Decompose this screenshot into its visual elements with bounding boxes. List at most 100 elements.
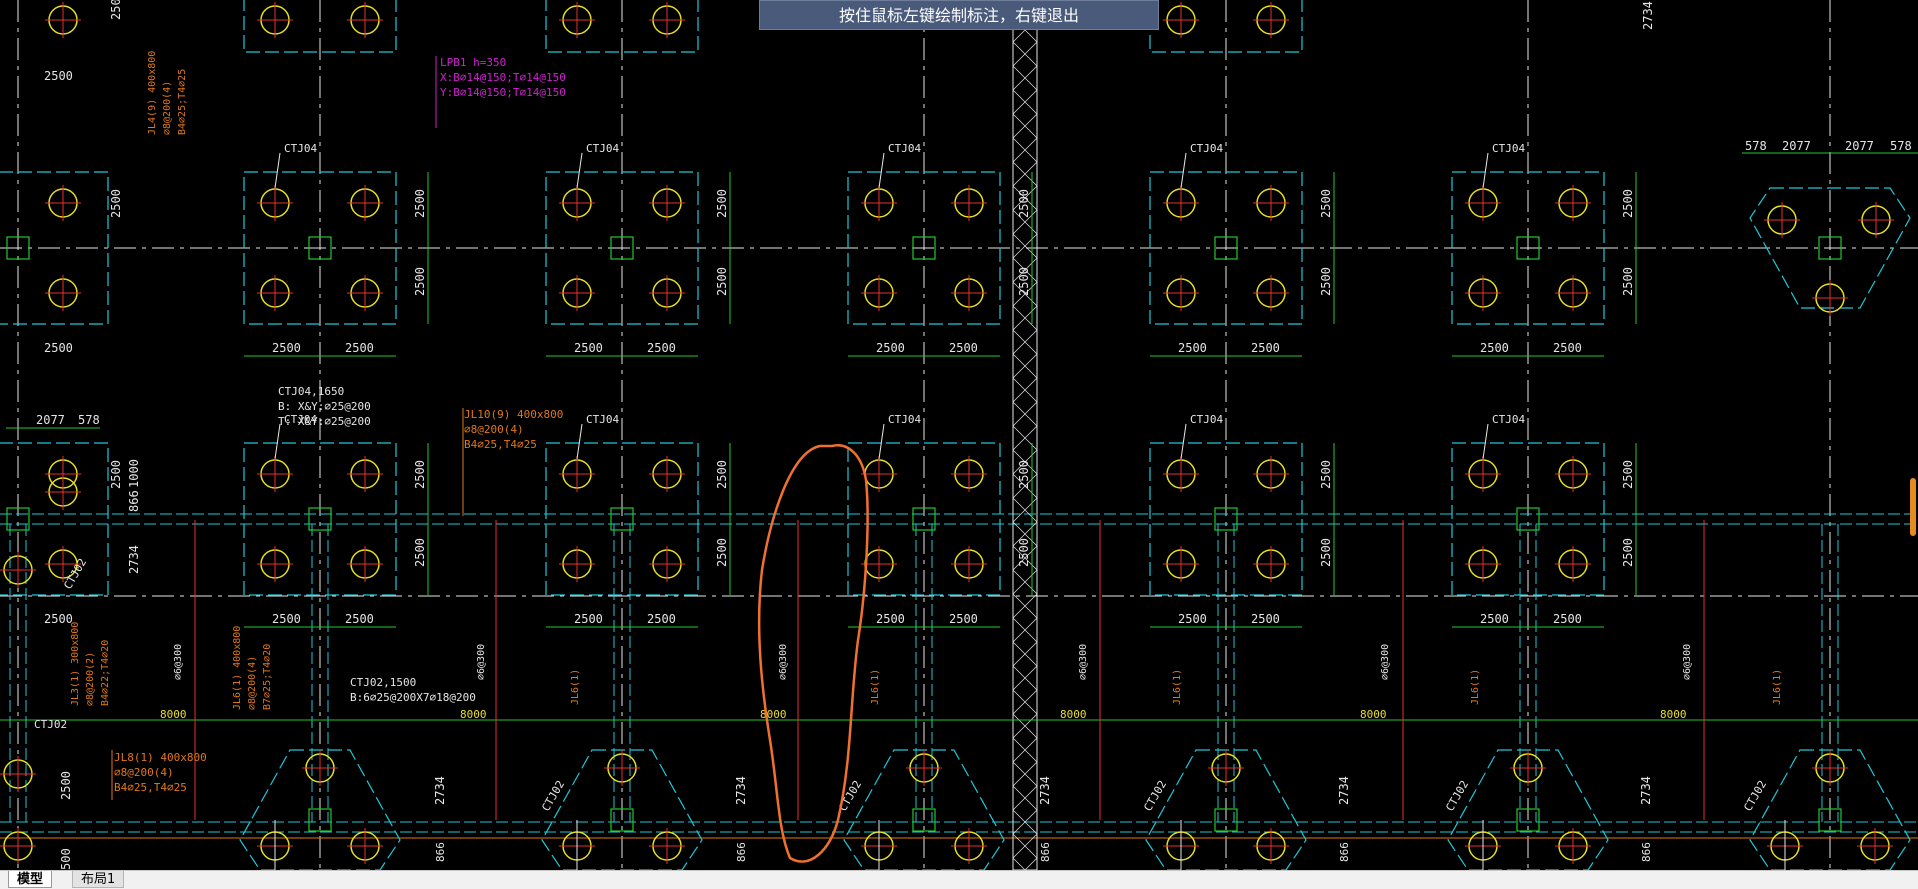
drawing-svg[interactable]: 2500 2500 2500 2500 CTJ04 2500 2500 2500 2500 CTJ… bbox=[0, 0, 1918, 870]
dimension-text: 2500 bbox=[647, 341, 676, 355]
pile-cap-tag: CTJ02,1500 bbox=[350, 676, 416, 689]
pile-cap-tag: CTJ02 bbox=[1141, 778, 1169, 813]
dimension-text: 2500 bbox=[1553, 341, 1582, 355]
rebar-annotation: ⌀6@300 bbox=[1682, 644, 1693, 680]
slab-tag: LPB1 h=350 bbox=[440, 56, 506, 69]
dimension-text: 866 bbox=[1039, 842, 1052, 862]
dimension-text: 2500 bbox=[345, 612, 374, 626]
hatch-line bbox=[1012, 857, 1026, 870]
dimension-text: 2734 bbox=[1337, 776, 1351, 805]
pile-cap-tag: T: X&Y:⌀25@200 bbox=[278, 415, 371, 428]
dimension-text: 2500 bbox=[109, 189, 123, 218]
dimension-text: 2500 bbox=[1319, 189, 1333, 218]
beam-tag: JL6(1) bbox=[570, 669, 581, 705]
dimension-text: 1000 bbox=[127, 459, 141, 488]
leader-line bbox=[1180, 152, 1187, 189]
pile-cap-tag: CTJ02 bbox=[61, 556, 89, 591]
dimension-text: 2734 bbox=[1038, 776, 1052, 805]
pile-cap-tag: B: X&Y:⌀25@200 bbox=[278, 400, 371, 413]
dimension-text: 2500 bbox=[715, 538, 729, 567]
dimension-text: 2500 bbox=[647, 612, 676, 626]
dimension-text: 2500 bbox=[876, 341, 905, 355]
pile-cap-tag: CTJ04 bbox=[888, 413, 921, 426]
dimension-text: 2500 bbox=[1178, 612, 1207, 626]
pile-cap-tag: CTJ02 bbox=[1443, 778, 1471, 813]
scrollbar-grip[interactable] bbox=[1910, 478, 1916, 536]
tab-model[interactable]: 模型 bbox=[8, 871, 53, 888]
dimension-text: 866 bbox=[1640, 842, 1653, 862]
dimension-text: 2500 bbox=[1251, 341, 1280, 355]
slab-tag: Y:B⌀14@150;T⌀14@150 bbox=[440, 86, 566, 99]
dimension-text: 8000 bbox=[1660, 708, 1687, 721]
dimension-text: 2500 bbox=[109, 460, 123, 489]
leader-line bbox=[274, 423, 281, 460]
leader-line bbox=[274, 152, 281, 189]
dimension-text: 2500 bbox=[109, 0, 123, 20]
leader-line bbox=[576, 152, 583, 189]
dimension-text: 8000 bbox=[760, 708, 787, 721]
dimension-text: 578 bbox=[1745, 139, 1767, 153]
dimension-text: 2500 bbox=[949, 341, 978, 355]
dimension-text: 2500 bbox=[413, 267, 427, 296]
beam-tag: JL6(1) bbox=[870, 669, 881, 705]
leader-line bbox=[1180, 423, 1187, 460]
rebar-annotation: ⌀6@300 bbox=[1078, 644, 1089, 680]
dimension-text: 2500 bbox=[1621, 460, 1635, 489]
dimension-text: 2500 bbox=[44, 69, 73, 83]
tab-layout1[interactable]: 布局1 bbox=[72, 871, 125, 888]
dimension-text: 2500 bbox=[44, 341, 73, 355]
beam-tag: B4⌀25;T4⌀25 bbox=[177, 69, 188, 135]
dimension-text: 2734 bbox=[433, 776, 447, 805]
pile-cap-tag: CTJ04 bbox=[586, 413, 619, 426]
leader-line bbox=[878, 152, 885, 189]
dimension-text: 2500 bbox=[715, 189, 729, 218]
beam-tag: JL6(1) 400x800 bbox=[232, 626, 243, 710]
beam-tag: ⌀8@200(4) bbox=[162, 81, 173, 135]
dimension-text: 2500 bbox=[1017, 460, 1031, 489]
beam-tag: ⌀8@200(4) bbox=[114, 766, 174, 779]
leader-line bbox=[1482, 423, 1489, 460]
pile-cap-tag: CTJ04 bbox=[1492, 142, 1525, 155]
dimension-text: 2500 bbox=[1017, 267, 1031, 296]
leader-line bbox=[878, 423, 885, 460]
beam-tag: ⌀8@200(2) bbox=[85, 652, 96, 706]
layout-tab-bar: 模型 布局1 bbox=[0, 870, 1918, 889]
beam-tag: B4⌀25,T4⌀25 bbox=[114, 781, 187, 794]
dimension-text: 2734 bbox=[1639, 776, 1653, 805]
pile-cap-tag: CTJ04 bbox=[888, 142, 921, 155]
dimension-text: 2734 bbox=[1641, 1, 1655, 30]
dimension-text: 2500 bbox=[44, 612, 73, 626]
beam-tag: ⌀8@200(4) bbox=[464, 423, 524, 436]
beam-tag: JL4(9) 400x800 bbox=[147, 51, 158, 135]
dimension-text: 2077 bbox=[1782, 139, 1811, 153]
dimension-text: 2500 bbox=[574, 341, 603, 355]
dimension-text: 578 bbox=[78, 413, 100, 427]
beam-tag: JL6(1) bbox=[1470, 669, 1481, 705]
dimension-text: 2500 bbox=[272, 341, 301, 355]
dimension-text: 866 bbox=[735, 842, 748, 862]
beam-tag: B4⌀22;T4⌀20 bbox=[100, 640, 111, 706]
dimension-text: 2500 bbox=[1017, 538, 1031, 567]
beam-tag: ⌀8@200(4) bbox=[247, 656, 258, 710]
dimension-text: 866 bbox=[127, 490, 141, 512]
dimension-text: 2077 bbox=[36, 413, 65, 427]
dimension-text: 2500 bbox=[1621, 538, 1635, 567]
dimension-text: 2734 bbox=[127, 545, 141, 574]
dimension-text: 2500 bbox=[59, 771, 73, 800]
beam-tag: B4⌀25,T4⌀25 bbox=[464, 438, 537, 451]
pile-cap-outline bbox=[0, 442, 109, 596]
dimension-text: 2500 bbox=[1319, 460, 1333, 489]
rebar-annotation: ⌀6@300 bbox=[173, 644, 184, 680]
beam-tag: JL8(1) 400x800 bbox=[114, 751, 207, 764]
dimension-text: 2500 bbox=[1251, 612, 1280, 626]
pile-cap-tag: CTJ04 bbox=[586, 142, 619, 155]
dimension-text: 2500 bbox=[715, 460, 729, 489]
dimension-text: 2077 bbox=[1845, 139, 1874, 153]
pile-cap-tag: CTJ04 bbox=[1492, 413, 1525, 426]
dimension-text: 2500 bbox=[574, 612, 603, 626]
cad-drawing-canvas[interactable]: 2500 2500 2500 2500 CTJ04 2500 2500 2500 2500 CTJ… bbox=[0, 0, 1918, 870]
dimension-text: 2500 bbox=[413, 189, 427, 218]
dimension-text: 2500 bbox=[413, 538, 427, 567]
dimension-text: 2500 bbox=[272, 612, 301, 626]
pile-cap-tag: CTJ04 bbox=[1190, 142, 1223, 155]
